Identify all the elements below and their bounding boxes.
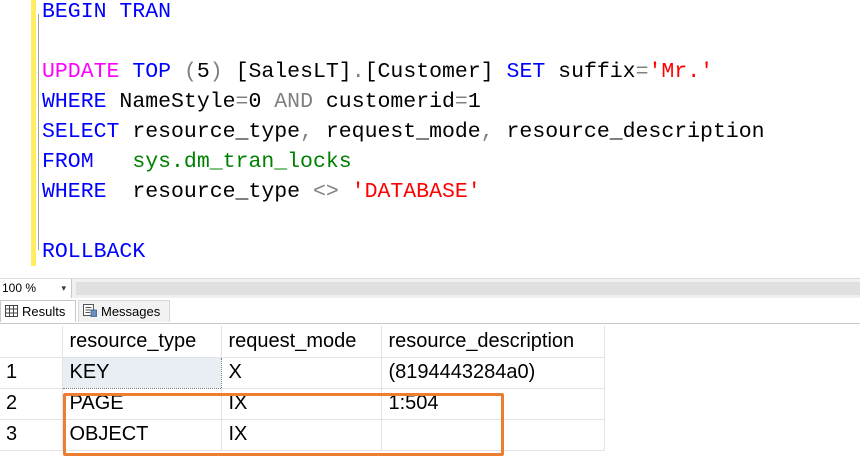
code-line[interactable]: WHERE resource_type <> 'DATABASE'	[42, 177, 481, 207]
messages-icon	[83, 302, 97, 324]
code-token: customerid	[312, 90, 455, 114]
highlight-annotation-box	[63, 393, 504, 456]
code-token: 'DATABASE'	[351, 180, 481, 204]
code-token: suffix	[545, 60, 636, 84]
code-token: UPDATE	[42, 60, 120, 84]
code-token: AND	[274, 90, 313, 114]
row-number[interactable]: 3	[0, 419, 63, 451]
code-line[interactable]: FROM sys.dm_tran_locks	[42, 147, 352, 177]
horizontal-scrollbar-thumb[interactable]	[76, 282, 860, 295]
code-token: <>	[312, 180, 339, 204]
code-token: 0	[248, 90, 275, 114]
results-tabs: Results Messages	[0, 298, 860, 324]
code-token: )	[209, 60, 236, 84]
code-token: ROLLBACK	[42, 240, 146, 264]
code-token: 'Mr.'	[648, 60, 714, 84]
code-token: [SalesLT]	[235, 60, 352, 84]
editor-gutter	[0, 0, 30, 278]
code-token: WHERE	[42, 180, 107, 204]
code-token: TOP	[132, 60, 172, 84]
horizontal-scrollbar[interactable]	[76, 282, 860, 295]
code-token: (	[171, 60, 197, 84]
code-line[interactable]: UPDATE TOP (5) [SalesLT].[Customer] SET …	[42, 57, 713, 87]
code-token: 1	[467, 90, 481, 114]
column-header-request-mode[interactable]: request_mode	[221, 326, 382, 358]
code-token: ,	[480, 120, 494, 144]
tab-results[interactable]: Results	[0, 300, 76, 322]
cell-resource-type[interactable]: KEY	[61, 356, 222, 389]
grid-icon	[5, 302, 18, 324]
code-line[interactable]: BEGIN TRAN	[42, 0, 171, 27]
table-row[interactable]: 1 KEY X (8194443284a0)	[0, 356, 605, 389]
code-token: [Customer]	[364, 60, 494, 84]
code-token: =	[454, 90, 468, 114]
code-token: SET	[506, 60, 546, 84]
code-token: .	[351, 60, 365, 84]
code-token: 5	[196, 60, 210, 84]
code-token: FROM	[42, 150, 94, 174]
zoom-value: 100 %	[2, 281, 37, 295]
chevron-down-icon: ▾	[61, 283, 66, 293]
query-editor[interactable]: BEGIN TRAN UPDATE TOP (5) [SalesLT].[Cust…	[0, 0, 860, 278]
code-token: BEGIN TRAN	[42, 0, 172, 24]
grid-header-row: resource_type request_mode resource_desc…	[0, 326, 605, 358]
outline-collapse-line	[38, 14, 39, 250]
code-line[interactable]: SELECT resource_type, request_mode, reso…	[42, 117, 765, 147]
code-token: ,	[300, 120, 313, 144]
tab-messages-label: Messages	[101, 304, 161, 319]
row-number[interactable]: 1	[0, 357, 63, 389]
code-token: WHERE	[42, 90, 107, 114]
zoom-dropdown[interactable]: 100 % ▾	[0, 279, 72, 298]
code-token: resource_type	[106, 180, 313, 204]
code-line[interactable]: WHERE NameStyle=0 AND customerid=1	[42, 87, 481, 117]
code-token: resource_description	[493, 120, 765, 144]
column-header-resource-description[interactable]: resource_description	[381, 326, 605, 358]
code-token: resource_type	[119, 120, 301, 144]
code-token: sys.dm_tran_locks	[132, 150, 352, 174]
row-number-header[interactable]	[0, 326, 63, 358]
code-token: request_mode	[312, 120, 481, 144]
tab-messages[interactable]: Messages	[78, 300, 170, 322]
editor-status-bar: 100 % ▾	[0, 278, 860, 298]
row-number[interactable]: 2	[0, 388, 63, 420]
column-header-resource-type[interactable]: resource_type	[62, 326, 222, 358]
code-token: SELECT	[42, 120, 120, 144]
tab-results-label: Results	[22, 304, 66, 319]
code-line[interactable]: ROLLBACK	[42, 237, 145, 267]
code-token: =	[635, 60, 649, 84]
cell-resource-description[interactable]: (8194443284a0)	[381, 357, 605, 389]
change-tracking-bar	[31, 0, 36, 266]
code-token: =	[235, 90, 249, 114]
code-token: NameStyle	[106, 90, 236, 114]
cell-request-mode[interactable]: X	[221, 357, 382, 389]
